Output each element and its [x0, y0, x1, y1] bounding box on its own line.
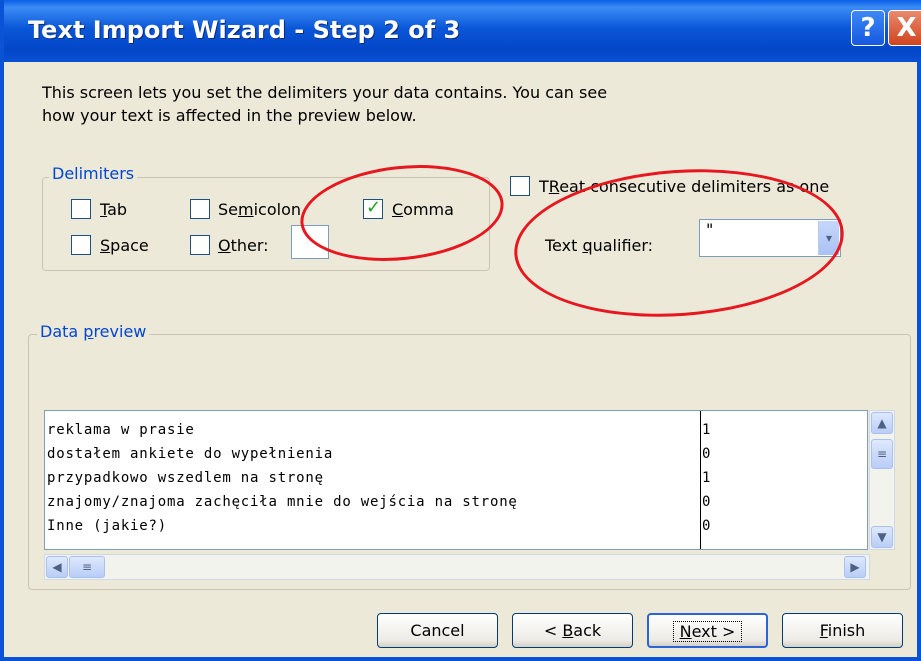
- tab-label: Tab: [100, 200, 128, 219]
- finish-button[interactable]: Finish: [782, 613, 903, 648]
- vertical-scrollbar[interactable]: ▲ ≡ ▼: [869, 410, 895, 550]
- delimiters-group: [42, 177, 490, 271]
- comma-label: Comma: [392, 200, 454, 219]
- help-button[interactable]: ?: [851, 10, 885, 46]
- preview-cell: 1: [702, 422, 712, 438]
- space-label: Space: [100, 236, 149, 255]
- preview-cell: Inne (jakie?): [47, 518, 167, 534]
- semicolon-label: Semicolon: [218, 200, 301, 219]
- intro-line-1: This screen lets you set the delimiters …: [42, 83, 608, 102]
- text-qualifier-label: Text qualifier:: [545, 236, 654, 255]
- back-button[interactable]: < Back: [512, 613, 633, 648]
- text-qualifier-select[interactable]: " ▾: [699, 219, 841, 257]
- preview-cell: dostałem ankiete do wypełnienia: [47, 446, 334, 462]
- close-icon: X: [896, 13, 917, 43]
- scroll-up-icon[interactable]: ▲: [871, 412, 893, 434]
- preview-cell: przypadkowo wszedlem na stronę: [47, 470, 324, 486]
- intro-text: This screen lets you set the delimiters …: [42, 81, 607, 127]
- scroll-down-icon[interactable]: ▼: [871, 526, 893, 548]
- horizontal-scrollbar[interactable]: ◀ ≡ ▶: [44, 554, 870, 580]
- preview-cell: znajomy/znajoma zachęciła mnie do wejści…: [47, 494, 518, 510]
- help-icon: ?: [860, 13, 876, 43]
- preview-cell: reklama w prasie: [47, 422, 195, 438]
- semicolon-checkbox[interactable]: [190, 199, 210, 219]
- dialog-title: Text Import Wizard - Step 2 of 3: [28, 16, 461, 44]
- title-bar[interactable]: Text Import Wizard - Step 2 of 3 ? X: [4, 0, 921, 62]
- data-preview-label: Data preview: [37, 322, 150, 341]
- preview-row: znajomy/znajoma zachęciła mnie do wejści…: [45, 491, 867, 515]
- preview-cell: 0: [702, 446, 712, 462]
- close-button[interactable]: X: [888, 10, 921, 46]
- horizontal-scroll-thumb[interactable]: ≡: [69, 556, 105, 578]
- preview-row: reklama w prasie 1: [45, 419, 867, 443]
- comma-checkbox[interactable]: ✓: [363, 197, 383, 219]
- other-checkbox[interactable]: [190, 235, 210, 255]
- space-checkbox[interactable]: [71, 235, 91, 255]
- tab-checkbox[interactable]: [71, 199, 91, 219]
- scroll-thumb[interactable]: ≡: [871, 439, 893, 469]
- preview-cell: 1: [702, 470, 712, 486]
- delimiters-group-label: Delimiters: [49, 164, 138, 183]
- chevron-down-icon[interactable]: ▾: [818, 221, 839, 255]
- treat-consecutive-checkbox[interactable]: [510, 176, 530, 196]
- next-button[interactable]: Next >: [647, 613, 768, 648]
- preview-cell: 0: [702, 494, 712, 510]
- data-preview-grid[interactable]: reklama w prasie 1 dostałem ankiete do wy…: [44, 410, 868, 550]
- preview-cell: 0: [702, 518, 712, 534]
- preview-row: dostałem ankiete do wypełnienia 0: [45, 443, 867, 467]
- preview-row: Inne (jakie?) 0: [45, 515, 867, 539]
- checkmark-icon: ✓: [366, 197, 382, 218]
- other-label: Other:: [218, 236, 269, 255]
- text-qualifier-value: ": [706, 220, 714, 239]
- intro-line-2: how your text is affected in the preview…: [42, 106, 417, 125]
- other-delimiter-input[interactable]: [291, 225, 329, 259]
- scroll-right-icon[interactable]: ▶: [844, 556, 866, 578]
- cancel-button[interactable]: Cancel: [377, 613, 498, 648]
- treat-consecutive-label: TReat consecutive delimiters as one: [539, 177, 830, 196]
- scroll-left-icon[interactable]: ◀: [46, 556, 68, 578]
- text-import-wizard-dialog: Text Import Wizard - Step 2 of 3 ? X Thi…: [0, 0, 921, 661]
- preview-row: przypadkowo wszedlem na stronę 1: [45, 467, 867, 491]
